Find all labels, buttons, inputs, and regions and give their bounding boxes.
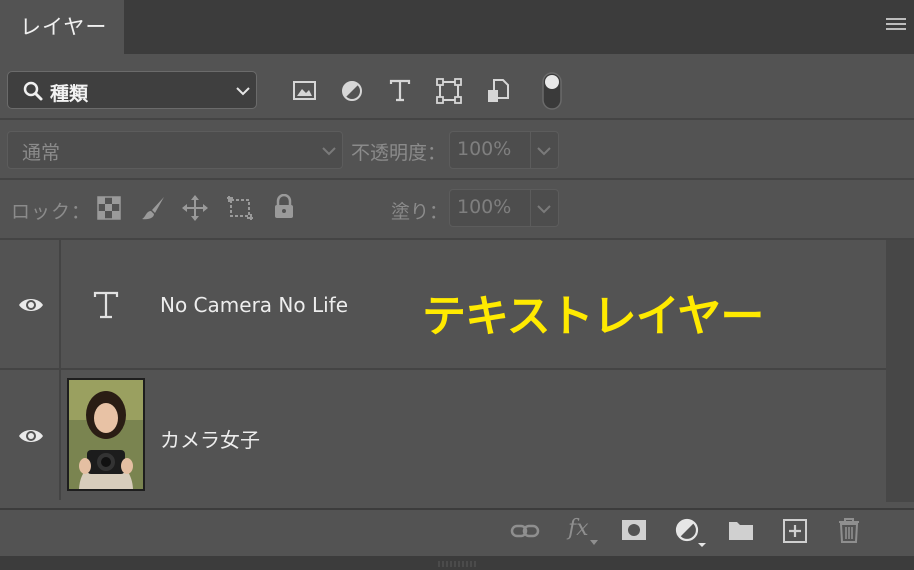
panel-menu-icon[interactable] (886, 18, 906, 32)
divider (0, 178, 914, 180)
layer-thumbnail[interactable] (67, 378, 145, 491)
lock-label: ロック： (11, 201, 92, 223)
layer-style-fx-button[interactable]: fx (568, 516, 589, 541)
fill-value: 100% (457, 196, 512, 218)
fx-dropdown-indicator-icon (590, 540, 598, 545)
adjustment-layer-filter-icon[interactable] (340, 79, 364, 103)
lock-transparent-pixels-icon[interactable] (97, 196, 121, 220)
eye-icon[interactable] (17, 295, 45, 315)
smart-object-filter-icon[interactable] (486, 78, 512, 104)
blend-chevron-down-icon (322, 147, 336, 156)
panel-tab-bar (0, 0, 914, 54)
pixel-layer-filter-icon[interactable] (292, 79, 318, 103)
tab-layers-label: レイヤー (20, 15, 108, 39)
lock-all-icon[interactable] (272, 194, 296, 220)
eye-icon[interactable] (17, 426, 45, 446)
search-icon (23, 81, 43, 101)
resize-grip-icon[interactable] (437, 560, 477, 568)
portrait-thumbnail-image (69, 380, 143, 489)
type-layer-filter-icon[interactable] (388, 79, 412, 103)
fill-label: 塗り： (391, 201, 449, 223)
layer-name-image[interactable]: カメラ女子 (160, 424, 260, 453)
lock-image-pixels-icon[interactable] (140, 195, 166, 221)
text-layer-type-icon (93, 291, 119, 319)
filter-toggle-switch[interactable] (540, 71, 564, 111)
lock-artboard-icon[interactable] (225, 194, 255, 222)
layers-scrollbar[interactable] (886, 240, 914, 502)
new-layer-icon[interactable] (782, 518, 808, 544)
delete-layer-trash-icon[interactable] (836, 516, 862, 544)
chevron-down-icon (236, 87, 250, 96)
layer-name-text[interactable]: No Camera No Life (160, 293, 348, 317)
new-group-folder-icon[interactable] (727, 518, 755, 542)
link-layers-icon[interactable] (510, 520, 540, 542)
opacity-value: 100% (457, 138, 512, 160)
fill-chevron-down-icon[interactable] (536, 203, 552, 215)
lock-position-icon[interactable] (181, 194, 209, 222)
new-adjustment-layer-icon[interactable] (674, 517, 710, 549)
filter-kind-label: 種類 (50, 83, 89, 105)
fill-field-divider (530, 190, 531, 226)
add-layer-mask-icon[interactable] (620, 518, 648, 542)
shape-layer-filter-icon[interactable] (436, 78, 462, 104)
annotation-label: テキストレイヤー (422, 291, 764, 342)
opacity-chevron-down-icon[interactable] (536, 145, 552, 157)
opacity-field-divider (530, 132, 531, 168)
divider (0, 118, 914, 120)
blend-mode-value: 通常 (22, 142, 61, 164)
opacity-label: 不透明度： (351, 142, 447, 164)
